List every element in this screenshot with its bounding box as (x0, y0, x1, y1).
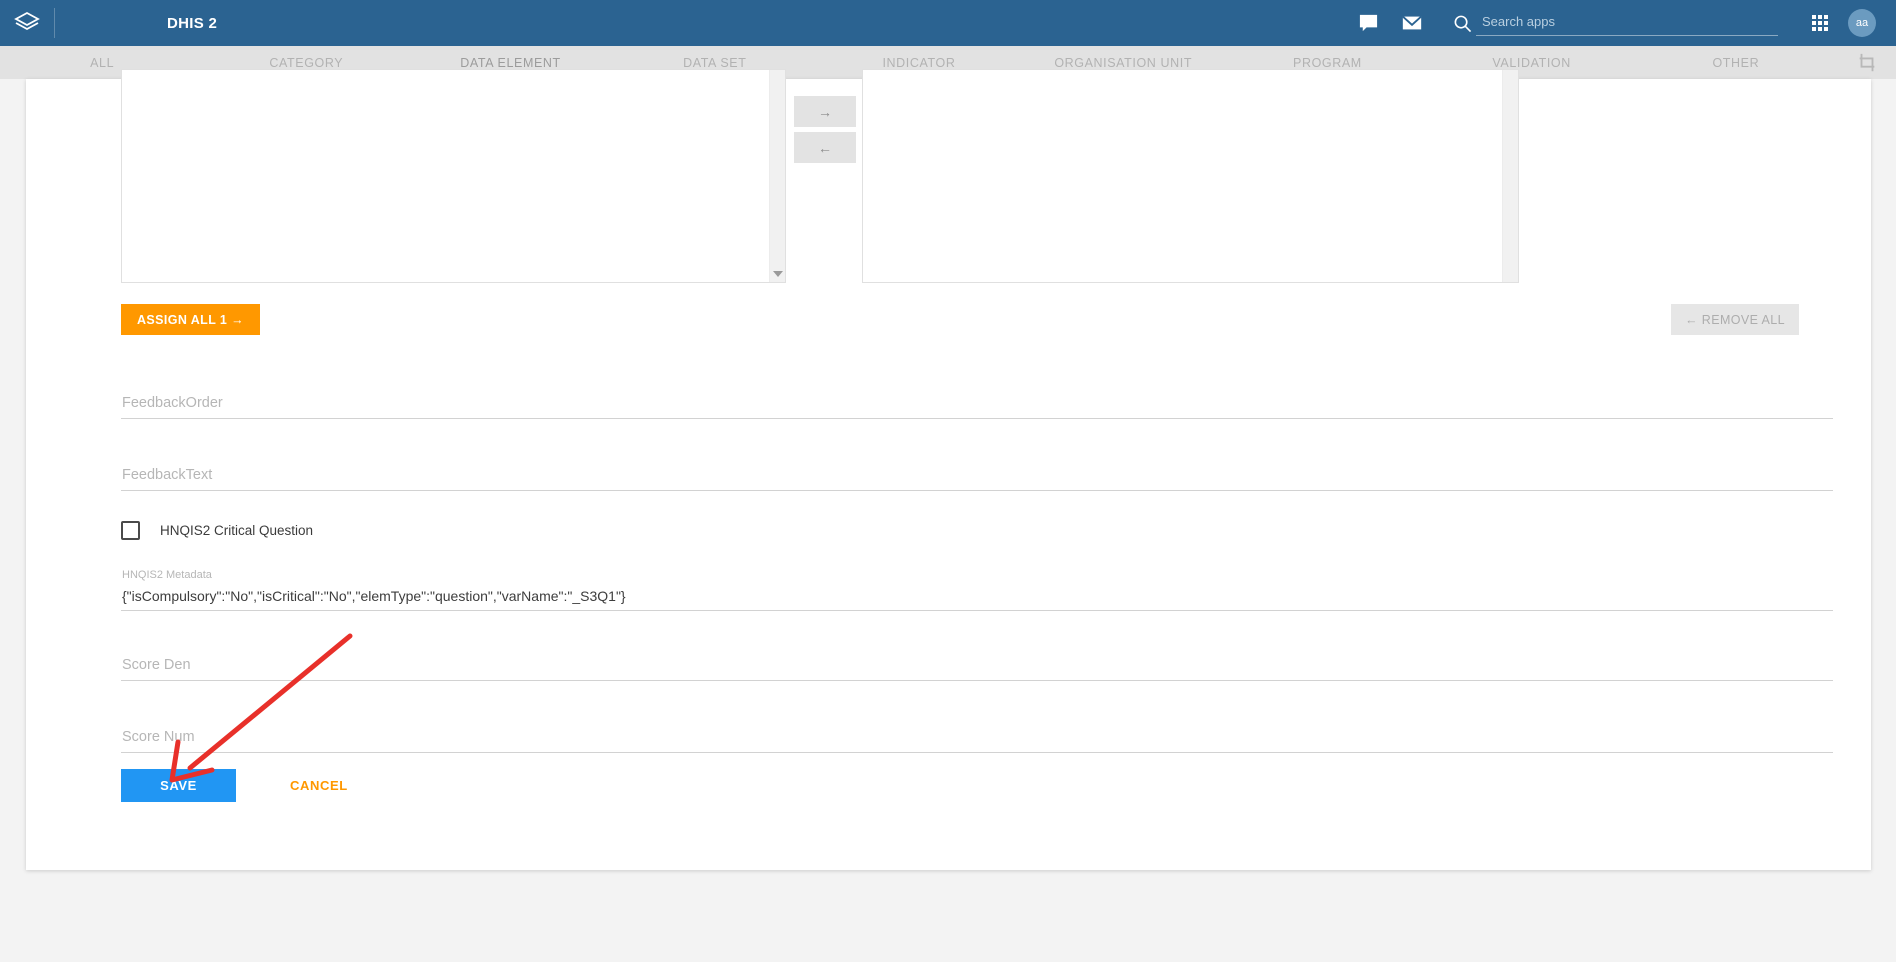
move-right-button[interactable]: → (794, 96, 856, 127)
search-input[interactable] (1476, 10, 1778, 36)
feedback-order-placeholder: FeedbackOrder (122, 395, 223, 411)
available-items-list[interactable] (121, 69, 786, 283)
score-num-placeholder: Score Num (122, 729, 195, 745)
score-den-placeholder: Score Den (122, 657, 191, 673)
score-num-field[interactable]: Score Num (121, 703, 1833, 753)
transfer-widget: → ← (96, 69, 1809, 293)
feedback-text-field[interactable]: FeedbackText (121, 441, 1833, 491)
header-divider (54, 8, 55, 38)
data-element-form: FeedbackOrder FeedbackText HNQIS2 Critic… (121, 369, 1833, 775)
form-card: → ← ASSIGN ALL 1 → ← REMOVE ALL Feedback… (26, 69, 1871, 870)
metadata-value: {"isCompulsory":"No","isCritical":"No","… (122, 588, 626, 604)
move-left-button[interactable]: ← (794, 132, 856, 163)
scroll-down-arrow-icon[interactable] (773, 271, 783, 277)
transfer-action-row: ASSIGN ALL 1 → ← REMOVE ALL (121, 304, 1801, 336)
cancel-button[interactable]: CANCEL (290, 778, 348, 793)
apps-grid-icon[interactable] (1800, 0, 1840, 46)
search-apps-container (1448, 9, 1778, 37)
feedback-text-placeholder: FeedbackText (122, 467, 213, 483)
dhis2-layers-logo-icon[interactable] (0, 0, 54, 46)
selected-list-scrollbar[interactable] (1502, 70, 1518, 282)
critical-question-row: HNQIS2 Critical Question (121, 513, 1833, 547)
app-header-bar: DHIS 2 aa (0, 0, 1896, 46)
crop-expand-icon[interactable] (1838, 46, 1896, 79)
metadata-field[interactable]: HNQIS2 Metadata {"isCompulsory":"No","is… (121, 561, 1833, 611)
metadata-label: HNQIS2 Metadata (122, 569, 212, 581)
assign-all-button[interactable]: ASSIGN ALL 1 → (121, 304, 261, 335)
score-den-field[interactable]: Score Den (121, 631, 1833, 681)
message-icon[interactable] (1346, 0, 1390, 46)
tab-other[interactable]: OTHER (1634, 46, 1838, 79)
transfer-buttons: → ← (794, 96, 856, 168)
save-button[interactable]: SAVE (121, 769, 236, 802)
selected-items-list[interactable] (862, 69, 1519, 283)
search-icon (1448, 9, 1476, 37)
critical-question-checkbox[interactable] (121, 520, 140, 540)
mail-icon[interactable] (1390, 0, 1434, 46)
remove-all-button[interactable]: ← REMOVE ALL (1671, 304, 1799, 335)
avatar[interactable]: aa (1848, 9, 1876, 37)
available-list-scrollbar[interactable] (769, 70, 785, 282)
app-title: DHIS 2 (167, 14, 218, 32)
feedback-order-field[interactable]: FeedbackOrder (121, 369, 1833, 419)
critical-question-label: HNQIS2 Critical Question (160, 522, 314, 538)
form-footer-buttons: SAVE CANCEL (121, 769, 348, 802)
